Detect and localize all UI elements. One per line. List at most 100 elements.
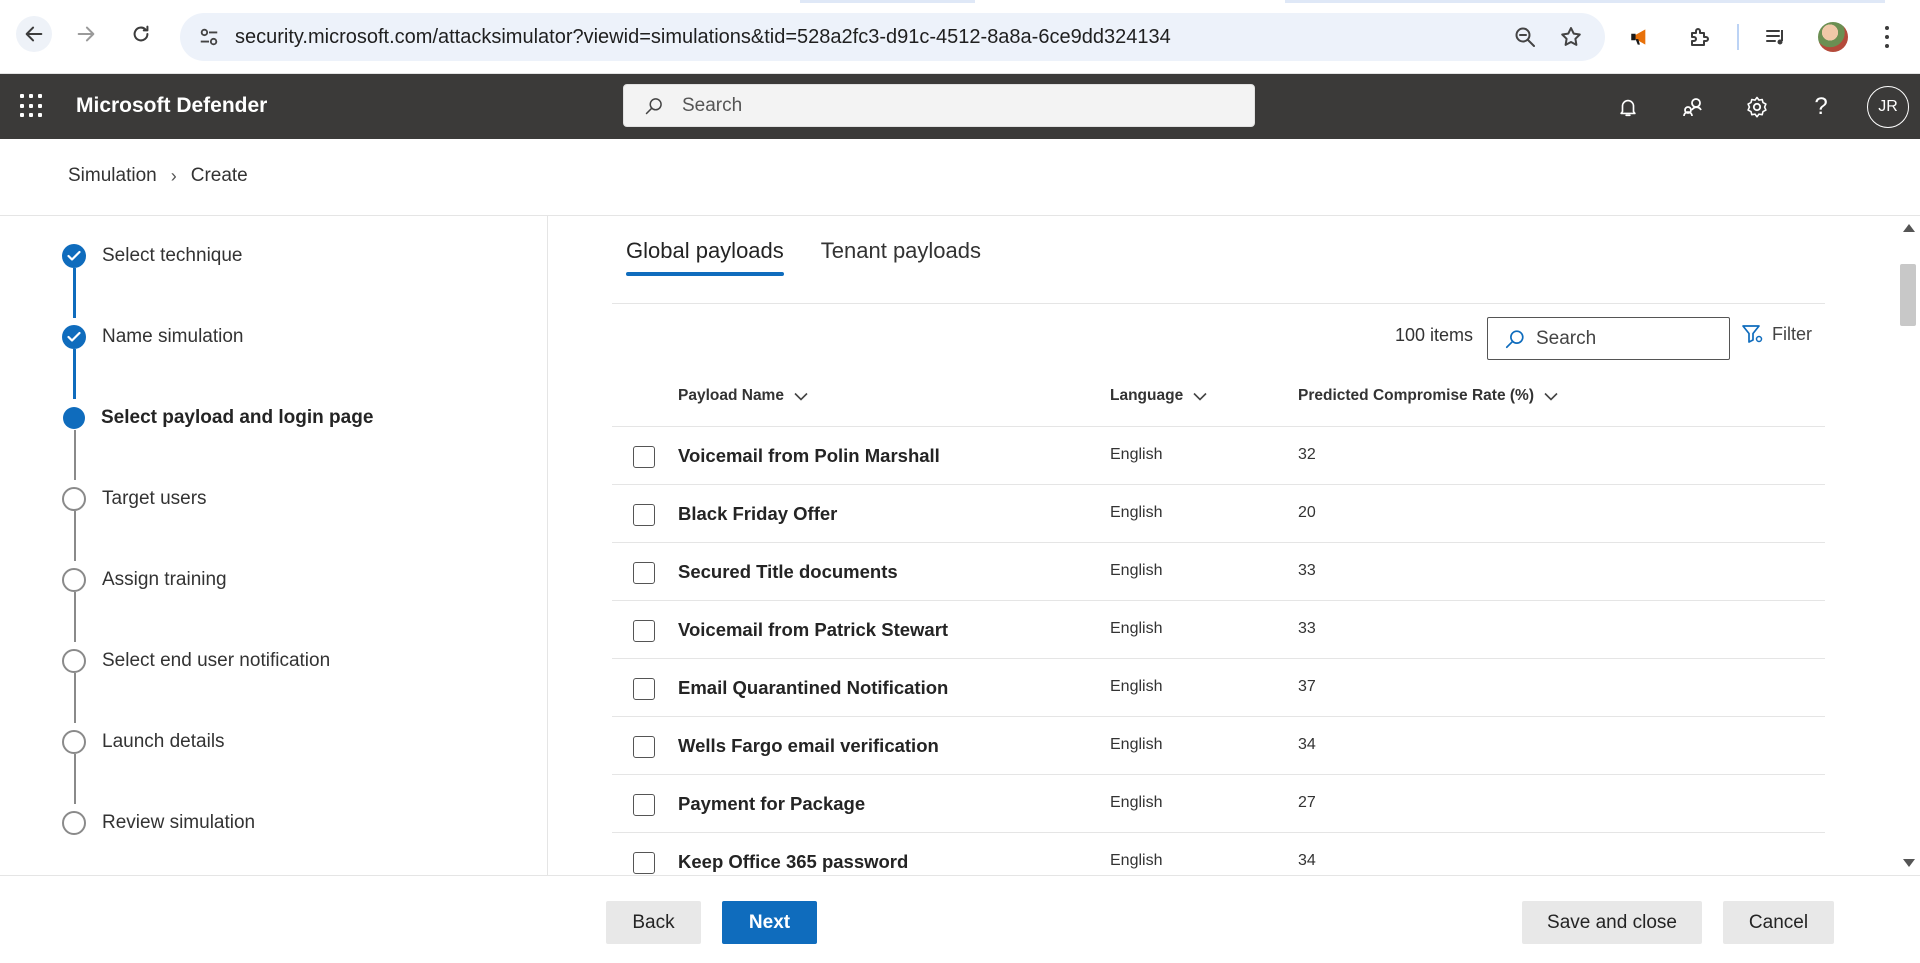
site-info-icon[interactable] <box>198 26 220 48</box>
payload-name[interactable]: Secured Title documents <box>678 561 898 583</box>
tabs-divider <box>612 303 1825 304</box>
pending-step-circle-icon <box>62 568 86 592</box>
filter-button[interactable]: Filter <box>1740 322 1812 346</box>
chevron-down-icon <box>1544 392 1558 401</box>
community-icon[interactable] <box>1680 94 1706 120</box>
row-checkbox[interactable] <box>633 562 655 584</box>
payload-compromise-rate: 37 <box>1298 678 1316 695</box>
column-header-compromise-rate[interactable]: Predicted Compromise Rate (%) <box>1298 387 1558 405</box>
notifications-bell-icon[interactable] <box>1615 94 1641 120</box>
tab-tenant-payloads[interactable]: Tenant payloads <box>821 238 981 276</box>
pending-step-circle-icon <box>62 811 86 835</box>
payload-compromise-rate: 34 <box>1298 736 1316 753</box>
chevron-right-icon: › <box>170 165 177 186</box>
step-connector <box>74 592 76 642</box>
row-checkbox[interactable] <box>633 678 655 700</box>
user-avatar[interactable]: JR <box>1867 86 1909 128</box>
row-checkbox[interactable] <box>633 504 655 526</box>
payload-language: English <box>1110 794 1163 811</box>
arrow-right-icon <box>77 26 95 42</box>
app-launcher-icon[interactable] <box>20 94 44 118</box>
payload-name[interactable]: Voicemail from Polin Marshall <box>678 445 940 467</box>
content-scrollbar[interactable] <box>1896 216 1920 875</box>
search-icon <box>1505 330 1524 349</box>
step-connector <box>74 754 76 804</box>
column-header-payload-name[interactable]: Payload Name <box>678 387 808 405</box>
checkmark-icon <box>62 325 86 349</box>
settings-gear-icon[interactable] <box>1744 94 1770 120</box>
table-row[interactable]: Black Friday Offer English 20 <box>612 484 1825 542</box>
payload-search-input[interactable] <box>1536 326 1716 352</box>
wizard-step-select-technique[interactable]: Select technique <box>62 243 243 269</box>
scrollbar-thumb[interactable] <box>1900 264 1916 326</box>
pending-step-circle-icon <box>62 730 86 754</box>
browser-menu-icon[interactable] <box>1875 24 1899 50</box>
table-row[interactable]: Email Quarantined Notification English 3… <box>612 658 1825 716</box>
save-and-close-button[interactable]: Save and close <box>1522 901 1702 944</box>
global-search-box[interactable] <box>623 84 1255 127</box>
browser-reload-button[interactable] <box>123 16 159 52</box>
column-header-language[interactable]: Language <box>1110 387 1207 405</box>
help-question-icon[interactable]: ? <box>1808 93 1834 120</box>
payload-name[interactable]: Payment for Package <box>678 793 865 815</box>
next-button[interactable]: Next <box>722 901 817 944</box>
wizard-step-select-payload[interactable]: Select payload and login page <box>62 405 373 431</box>
wizard-step-end-user-notification[interactable]: Select end user notification <box>62 648 330 674</box>
chevron-down-icon <box>1193 392 1207 401</box>
wizard-step-label: Name simulation <box>102 326 244 347</box>
extensions-puzzle-icon[interactable] <box>1686 24 1712 50</box>
reload-icon <box>133 25 149 42</box>
wizard-step-label: Review simulation <box>102 812 256 833</box>
global-search-input[interactable] <box>682 93 1222 119</box>
wizard-step-review-simulation[interactable]: Review simulation <box>62 810 255 836</box>
browser-forward-button[interactable] <box>68 16 104 52</box>
table-row[interactable]: Voicemail from Patrick Stewart English 3… <box>612 600 1825 658</box>
row-checkbox[interactable] <box>633 736 655 758</box>
payload-search-box[interactable] <box>1487 317 1730 360</box>
table-row[interactable]: Wells Fargo email verification English 3… <box>612 716 1825 774</box>
cancel-button[interactable]: Cancel <box>1723 901 1834 944</box>
payload-name[interactable]: Wells Fargo email verification <box>678 735 939 757</box>
row-checkbox[interactable] <box>633 852 655 874</box>
browser-profile-avatar[interactable] <box>1818 22 1848 52</box>
zoom-icon[interactable] <box>1513 25 1537 49</box>
toolbar-divider <box>1737 24 1739 50</box>
step-connector <box>73 349 76 399</box>
app-title[interactable]: Microsoft Defender <box>76 94 267 118</box>
wizard-step-assign-training[interactable]: Assign training <box>62 567 227 593</box>
scroll-up-arrow-icon[interactable] <box>1903 224 1915 232</box>
payload-compromise-rate: 33 <box>1298 620 1316 637</box>
search-icon <box>645 98 662 115</box>
url-text[interactable]: security.microsoft.com/attacksimulator?v… <box>235 26 1171 49</box>
table-row[interactable]: Secured Title documents English 33 <box>612 542 1825 600</box>
payload-name[interactable]: Black Friday Offer <box>678 503 837 525</box>
chevron-down-icon <box>794 392 808 401</box>
payload-language: English <box>1110 620 1163 637</box>
scroll-down-arrow-icon[interactable] <box>1903 859 1915 867</box>
bookmark-star-icon[interactable] <box>1559 25 1583 49</box>
row-checkbox[interactable] <box>633 620 655 642</box>
wizard-step-name-simulation[interactable]: Name simulation <box>62 324 244 350</box>
browser-toolbar: security.microsoft.com/attacksimulator?v… <box>0 0 1920 74</box>
payload-name[interactable]: Voicemail from Patrick Stewart <box>678 619 948 641</box>
wizard-step-target-users[interactable]: Target users <box>62 486 207 512</box>
step-connector <box>74 511 76 561</box>
arrow-left-icon <box>25 26 43 42</box>
payload-name[interactable]: Email Quarantined Notification <box>678 677 948 699</box>
breadcrumb-simulation[interactable]: Simulation <box>68 165 157 187</box>
wizard-step-label: Select technique <box>102 245 243 266</box>
row-checkbox[interactable] <box>633 794 655 816</box>
back-button[interactable]: Back <box>606 901 701 944</box>
table-row[interactable]: Voicemail from Polin Marshall English 32 <box>612 426 1825 484</box>
tab-global-payloads[interactable]: Global payloads <box>626 238 784 276</box>
megaphone-icon[interactable] <box>1628 24 1654 50</box>
address-bar[interactable]: security.microsoft.com/attacksimulator?v… <box>180 13 1605 61</box>
wizard-step-label: Select payload and login page <box>101 407 374 428</box>
browser-back-button[interactable] <box>16 16 52 52</box>
payload-name[interactable]: Keep Office 365 password <box>678 851 908 873</box>
wizard-step-launch-details[interactable]: Launch details <box>62 729 225 755</box>
wizard-step-label: Select end user notification <box>102 650 331 671</box>
row-checkbox[interactable] <box>633 446 655 468</box>
media-queue-icon[interactable] <box>1763 24 1789 50</box>
table-row[interactable]: Payment for Package English 27 <box>612 774 1825 832</box>
